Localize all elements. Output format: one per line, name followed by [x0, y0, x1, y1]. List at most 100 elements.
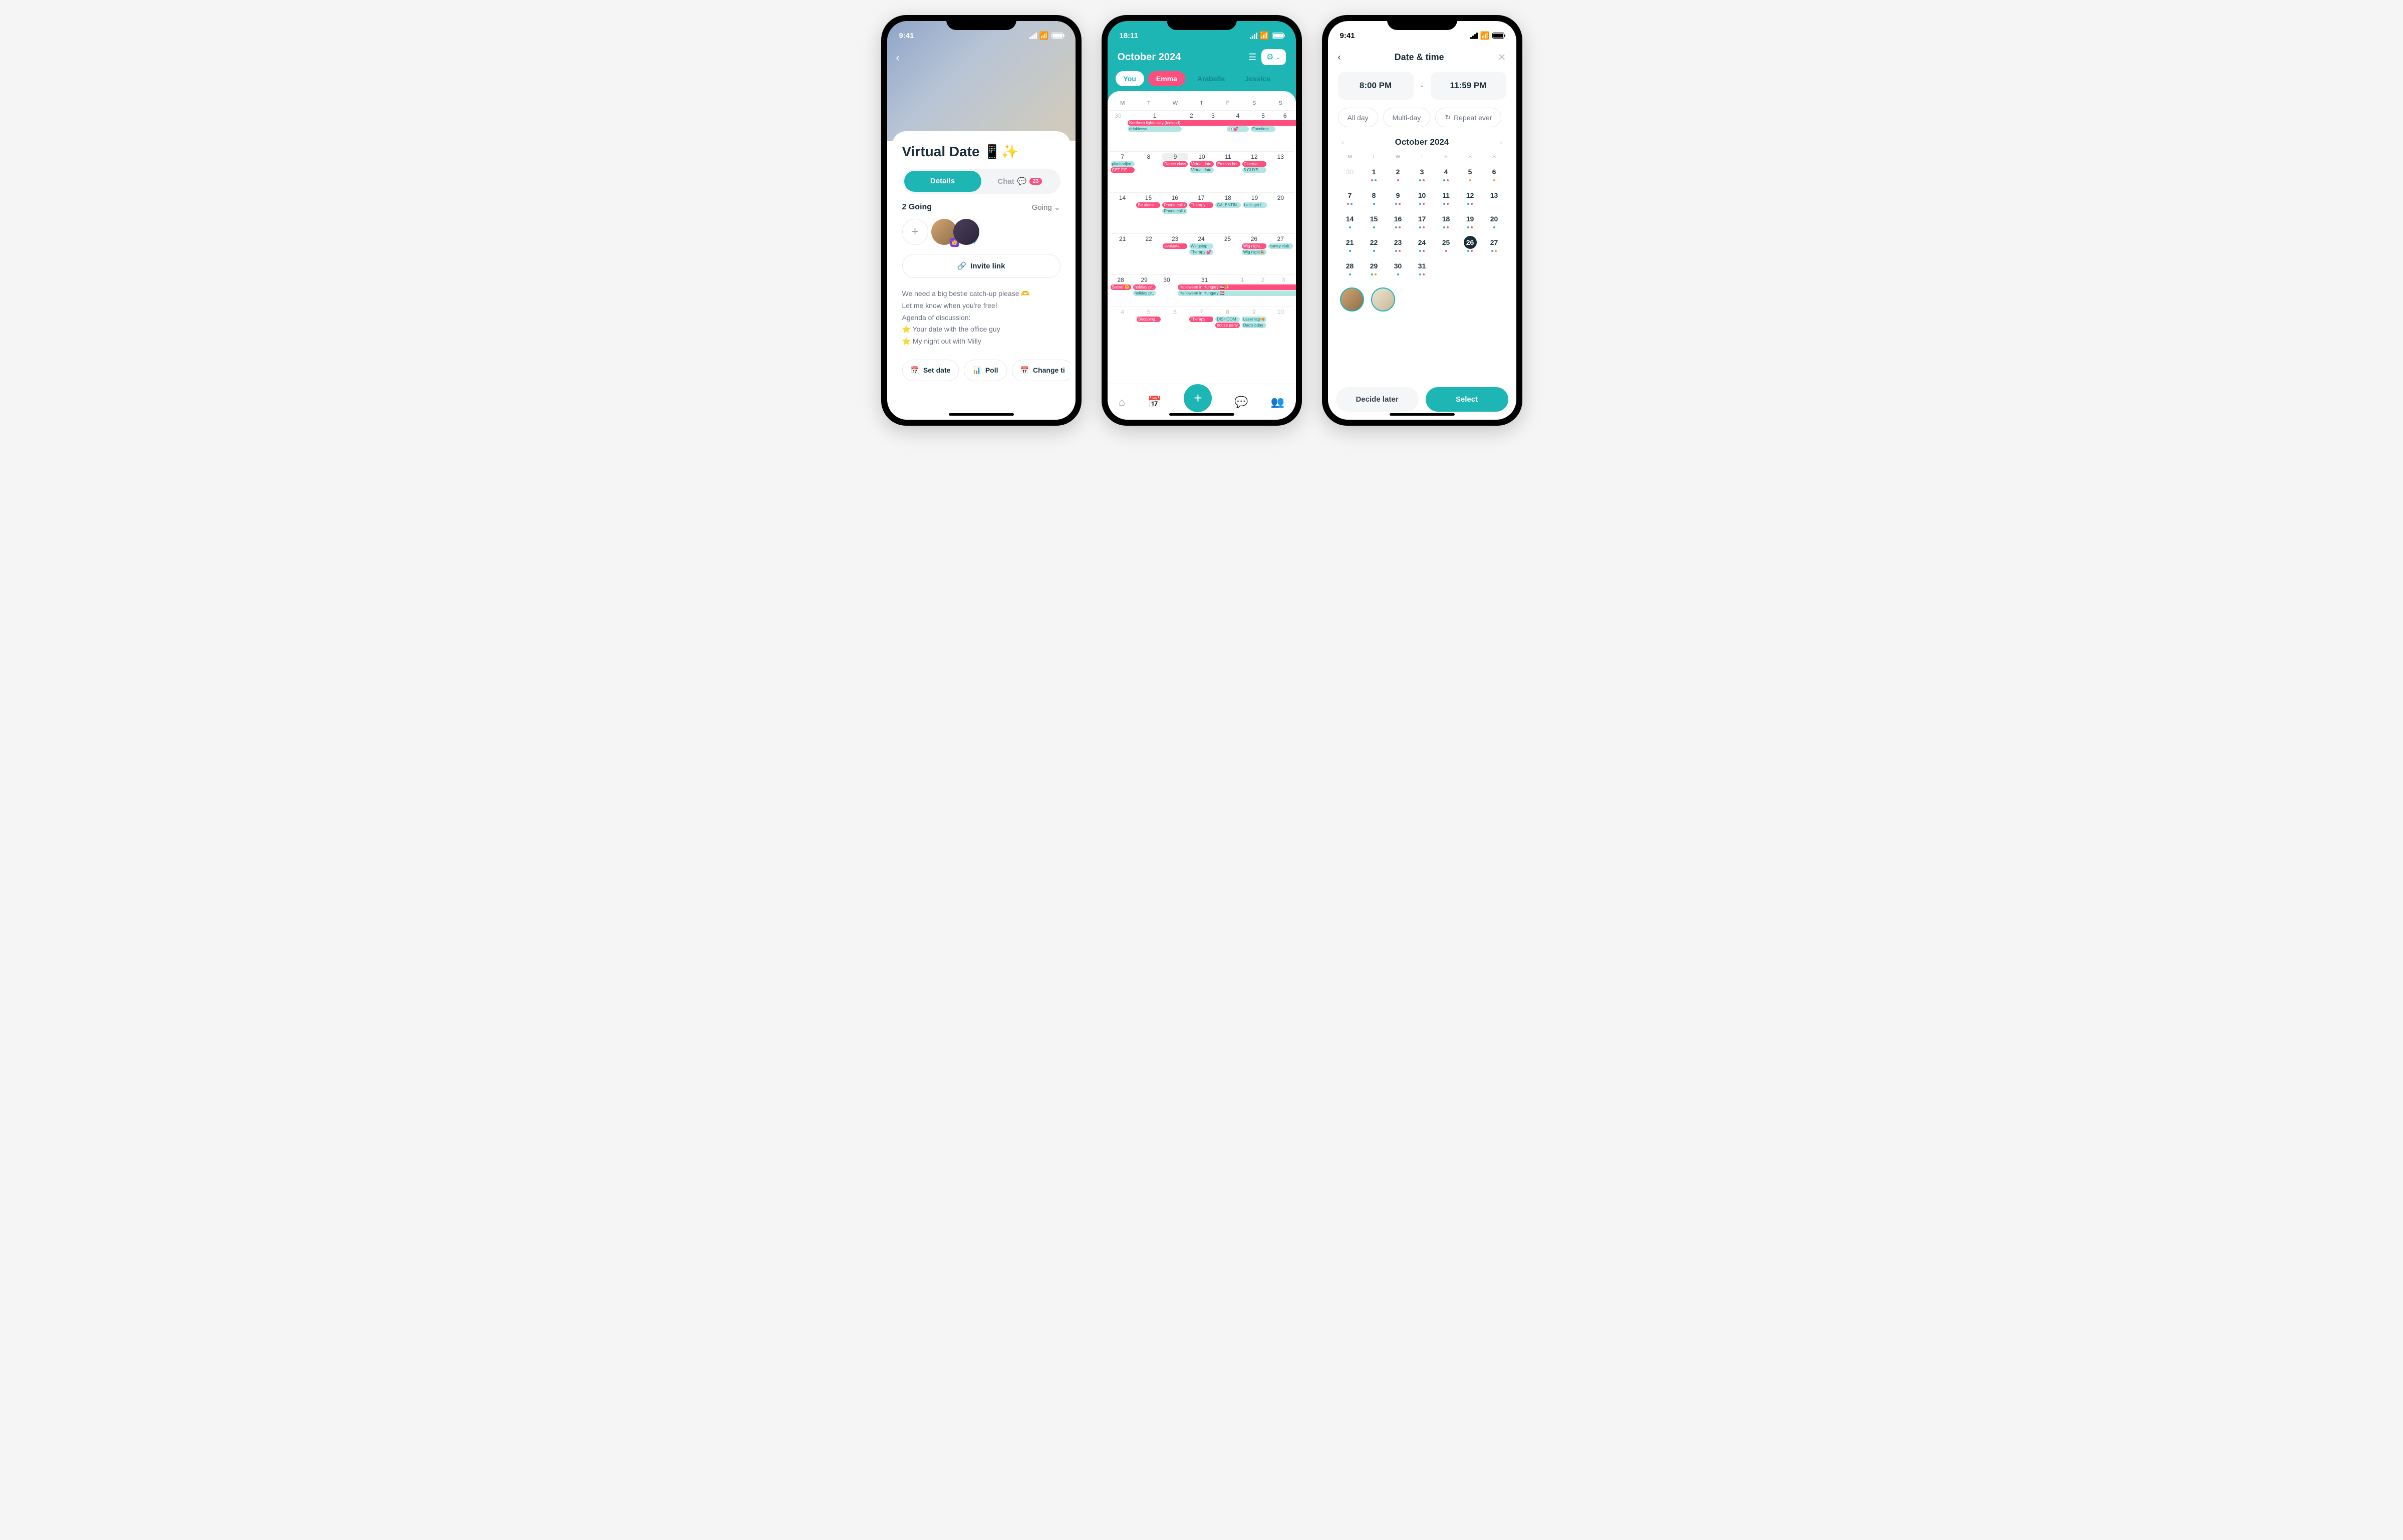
calendar-day[interactable]: 21: [1110, 234, 1136, 274]
event-chip[interactable]: Laser tag🔫: [1242, 317, 1266, 322]
calendar-day[interactable]: 10: [1410, 186, 1434, 208]
calendar-day[interactable]: 9Laser tag🔫Dad's bday: [1241, 307, 1267, 339]
next-month-button[interactable]: ›: [1500, 138, 1502, 146]
event-chip[interactable]: Northern lights slay (Iceland): [1128, 120, 1295, 126]
nav-chat-icon[interactable]: 💬: [1234, 396, 1248, 409]
event-chip[interactable]: Facetime: [1251, 126, 1275, 132]
calendar-day[interactable]: 28: [1338, 257, 1362, 278]
calendar-day[interactable]: 22: [1136, 234, 1162, 274]
event-chip[interactable]: Therapy 💕: [1189, 249, 1213, 255]
calendar-day[interactable]: 26: [1458, 233, 1482, 255]
calendar-day[interactable]: 22: [1362, 233, 1386, 255]
calendar-day[interactable]: 14: [1338, 210, 1362, 231]
event-chip[interactable]: Phone call x: [1162, 202, 1187, 208]
start-time-button[interactable]: 8:00 PM: [1338, 72, 1414, 100]
calendar-day[interactable]: 2: [1183, 111, 1200, 151]
event-chip[interactable]: Halloween in Hungary 🇭🇺: [1178, 290, 1295, 296]
event-chip[interactable]: Wingstop..: [1189, 243, 1213, 249]
event-chip[interactable]: Phone call x: [1162, 208, 1187, 214]
event-chip[interactable]: house party: [1215, 323, 1239, 328]
calendar-day[interactable]: 23: [1386, 233, 1410, 255]
calendar-day[interactable]: 12Cinema5 GUYS: [1241, 152, 1267, 192]
back-button[interactable]: ‹: [1338, 52, 1341, 63]
calendar-day[interactable]: 29holdiay pr..holiday pr..: [1132, 275, 1157, 306]
event-chip[interactable]: Dance class: [1163, 161, 1188, 167]
event-chip[interactable]: Virtual date: [1190, 167, 1214, 173]
calendar-day[interactable]: 10Virtual dateVirtual date: [1189, 152, 1215, 192]
calendar-day[interactable]: 5Facetime✨Facetime: [1250, 111, 1276, 151]
list-view-icon[interactable]: ☰: [1248, 52, 1256, 63]
event-chip[interactable]: Shopping..: [1137, 317, 1161, 322]
rsvp-dropdown[interactable]: Going ⌄: [1032, 203, 1060, 212]
calendar-day[interactable]: 7Therapy 💕: [1188, 307, 1214, 339]
calendar-day[interactable]: 8: [1136, 152, 1162, 192]
calendar-day[interactable]: 4china tow..👀💕..: [1226, 111, 1250, 151]
calendar-day[interactable]: 20: [1268, 193, 1294, 233]
calendar-day[interactable]: 31: [1410, 257, 1434, 278]
calendar-day[interactable]: 6: [1482, 163, 1506, 184]
event-chip[interactable]: Therapy 💕: [1189, 202, 1213, 208]
calendar-day[interactable]: 11: [1434, 186, 1458, 208]
calendar-day[interactable]: 14: [1110, 193, 1136, 233]
calendar-day[interactable]: 9: [1386, 186, 1410, 208]
event-chip[interactable]: 5 GUYS: [1242, 167, 1266, 173]
calendar-day[interactable]: 31Halloween in Hungary 🇭🇺✨Halloween in H…: [1177, 275, 1232, 306]
calendar-day[interactable]: 6: [1162, 307, 1188, 339]
calendar-day[interactable]: 7: [1338, 186, 1362, 208]
event-chip[interactable]: Let's get f..: [1243, 202, 1267, 208]
calendar-day[interactable]: 7planitarijimGET FIT: [1110, 152, 1136, 192]
event-chip[interactable]: GALENTIN..: [1215, 202, 1240, 208]
calendar-day[interactable]: 5Shopping..: [1136, 307, 1162, 339]
event-chip[interactable]: Wig night..: [1242, 243, 1266, 249]
prev-month-button[interactable]: ‹: [1342, 138, 1345, 146]
calendar-day[interactable]: 26Wig night..Wig night🎉: [1241, 234, 1267, 274]
event-chip[interactable]: holdiay pr..: [1133, 284, 1156, 290]
friend-filter-pill[interactable]: Kathlee: [1282, 71, 1288, 86]
calendar-day[interactable]: 19Let's get f..: [1242, 193, 1268, 233]
calendar-day[interactable]: 2: [1386, 163, 1410, 184]
calendar-day[interactable]: 23evaluate.: [1162, 234, 1188, 274]
add-event-fab[interactable]: +: [1184, 384, 1212, 412]
select-button[interactable]: Select: [1426, 387, 1508, 412]
event-chip[interactable]: Therapy 💕: [1189, 317, 1213, 322]
calendar-day[interactable]: 3Therapy 💕: [1200, 111, 1226, 151]
calendar-day[interactable]: 25: [1434, 233, 1458, 255]
settings-button[interactable]: ⚙ ⌄: [1261, 49, 1285, 65]
event-chip[interactable]: planitarijim: [1111, 161, 1135, 167]
calendar-day[interactable]: 9Dance class: [1162, 152, 1189, 192]
calendar-day[interactable]: 17: [1410, 210, 1434, 231]
calendar-day[interactable]: 30: [1110, 111, 1127, 151]
calendar-day[interactable]: 18GALENTIN..: [1214, 193, 1241, 233]
calendar-day[interactable]: 3: [1410, 163, 1434, 184]
calendar-day[interactable]: 18: [1434, 210, 1458, 231]
calendar-day[interactable]: 1Northern lights slay (Iceland)drinkiess…: [1127, 111, 1183, 151]
close-icon[interactable]: ✕: [1498, 51, 1506, 64]
event-chip[interactable]: Halloween in Hungary 🇭🇺✨: [1178, 284, 1295, 290]
participant-avatar[interactable]: [1371, 287, 1395, 312]
event-chip[interactable]: 👀💕..: [1227, 126, 1249, 132]
nav-calendar-icon[interactable]: 📅: [1148, 396, 1161, 409]
calendar-day[interactable]: 15Be alone.: [1135, 193, 1161, 233]
tab-details[interactable]: Details: [904, 171, 981, 192]
calendar-day[interactable]: 20: [1482, 210, 1506, 231]
event-chip[interactable]: evaluate.: [1163, 243, 1187, 249]
calendar-day[interactable]: 27: [1482, 233, 1506, 255]
allday-toggle[interactable]: All day: [1338, 108, 1378, 127]
calendar-day[interactable]: 21: [1338, 233, 1362, 255]
calendar-day[interactable]: 15: [1362, 210, 1386, 231]
friend-filter-pill[interactable]: You: [1116, 71, 1144, 86]
calendar-day[interactable]: 16: [1386, 210, 1410, 231]
friend-filter-pill[interactable]: Emma: [1148, 71, 1185, 86]
calendar-day[interactable]: 30: [1386, 257, 1410, 278]
change-time-button[interactable]: 📅Change ti: [1012, 360, 1071, 381]
event-chip[interactable]: holiday pr..: [1133, 290, 1156, 296]
attendee-avatar[interactable]: ✓: [953, 219, 979, 245]
event-chip[interactable]: Wig night🎉: [1242, 249, 1266, 255]
calendar-day[interactable]: 13: [1482, 186, 1506, 208]
event-chip[interactable]: DISHOOM: [1215, 317, 1239, 322]
event-chip[interactable]: Be alone.: [1136, 202, 1160, 208]
calendar-day[interactable]: 16Phone call xPhone call x: [1161, 193, 1188, 233]
calendar-day[interactable]: 28Secret 🤫: [1110, 275, 1132, 306]
event-chip[interactable]: Cinema: [1242, 161, 1266, 167]
calendar-day[interactable]: 24: [1410, 233, 1434, 255]
